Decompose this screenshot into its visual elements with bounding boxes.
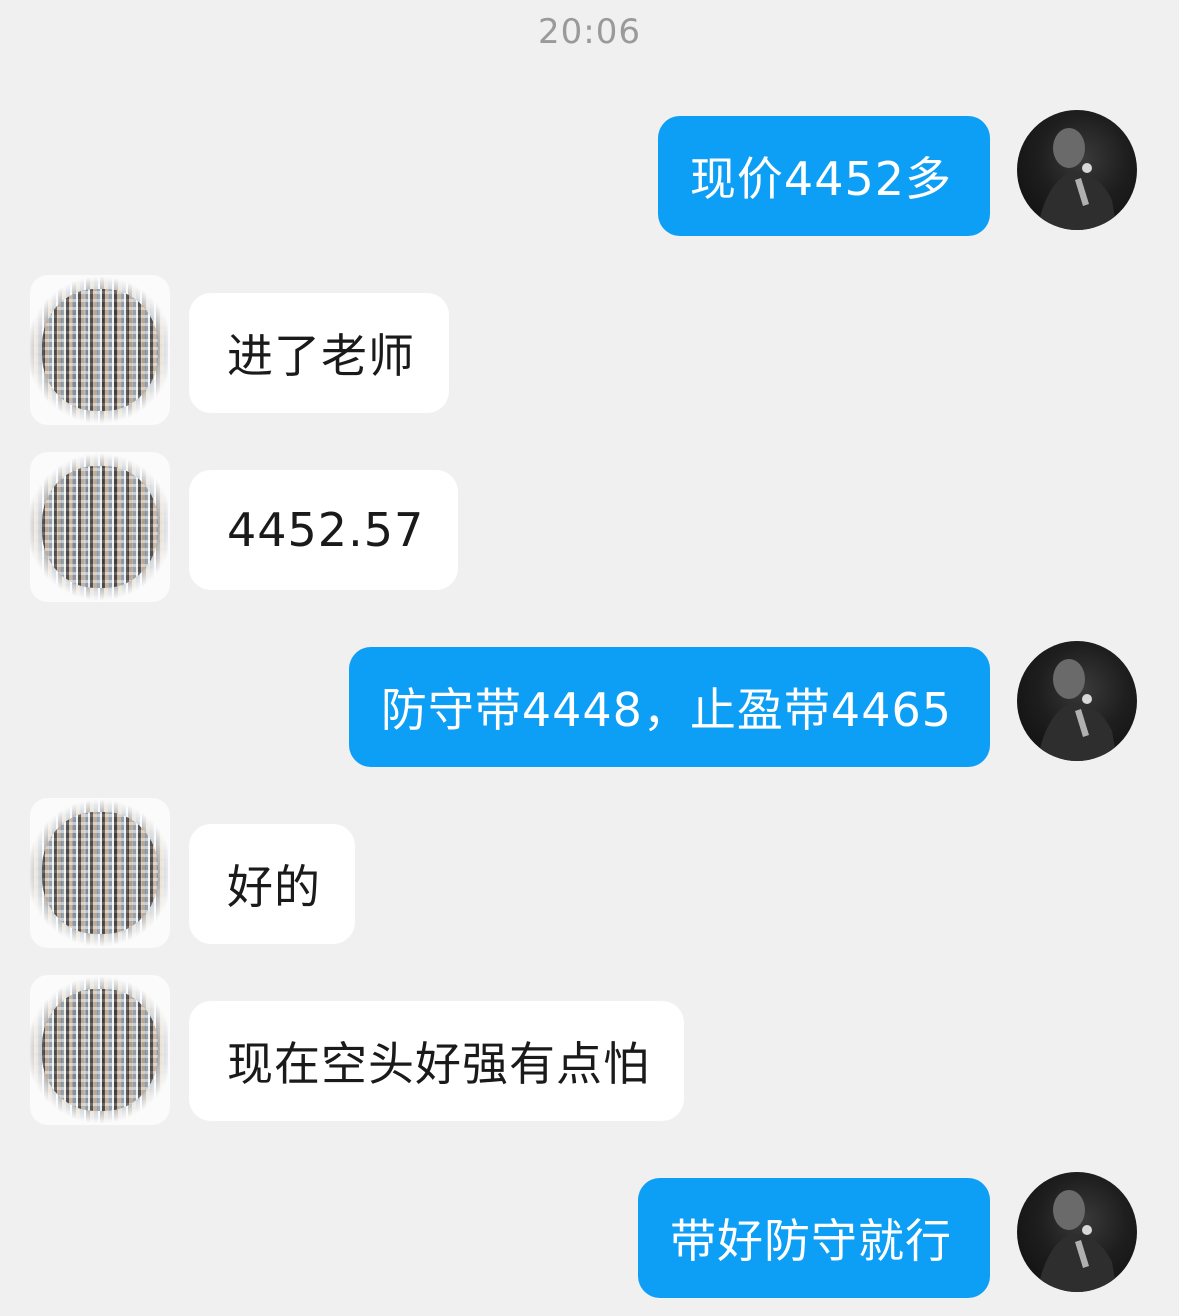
contact-avatar[interactable] — [30, 452, 170, 602]
message-bubble-outgoing[interactable]: 防守带4448，止盈带4465 — [348, 647, 990, 767]
message-text: 4452.57 — [227, 503, 425, 557]
message-text: 带好防守就行 — [670, 1214, 952, 1268]
message-text: 现在空头好强有点怕 — [227, 1037, 650, 1091]
message-bubble-outgoing[interactable]: 带好防守就行 — [638, 1178, 990, 1298]
message-text: 好的 — [227, 860, 321, 914]
contact-avatar[interactable] — [30, 275, 170, 425]
message-bubble-incoming[interactable]: 现在空头好强有点怕 — [189, 1001, 684, 1121]
self-avatar[interactable] — [1017, 1172, 1137, 1292]
message-bubble-outgoing[interactable]: 现价4452多 — [657, 116, 990, 236]
contact-avatar[interactable] — [30, 975, 170, 1125]
message-bubble-incoming[interactable]: 4452.57 — [189, 470, 459, 590]
contact-avatar[interactable] — [30, 798, 170, 948]
profile-photo-icon — [1037, 128, 1117, 230]
profile-photo-icon — [1037, 659, 1117, 761]
message-text: 进了老师 — [227, 329, 415, 383]
message-timestamp: 20:06 — [538, 12, 641, 52]
profile-photo-icon — [1037, 1190, 1117, 1292]
message-bubble-incoming[interactable]: 好的 — [189, 824, 355, 944]
self-avatar[interactable] — [1017, 110, 1137, 230]
message-bubble-incoming[interactable]: 进了老师 — [189, 293, 449, 413]
message-text: 现价4452多 — [689, 152, 952, 206]
message-text: 防守带4448，止盈带4465 — [380, 683, 952, 737]
self-avatar[interactable] — [1017, 641, 1137, 761]
